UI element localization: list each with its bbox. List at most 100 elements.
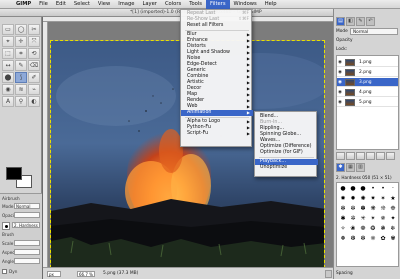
brush-swatch[interactable]: ❈ [368, 234, 378, 244]
animation-menu-item[interactable]: Unoptimize [255, 165, 318, 171]
menu-select[interactable]: Select [70, 0, 94, 9]
brush-swatch[interactable]: ❋ [368, 204, 378, 214]
tool-button-12[interactable]: ⬤ [2, 72, 14, 83]
tool-button-20[interactable]: ◐ [28, 96, 40, 107]
tool-button-11[interactable]: ⌫ [28, 60, 40, 71]
brush-swatch[interactable]: ✲ [348, 214, 358, 224]
brush-swatch[interactable]: ● [338, 184, 348, 194]
brush-swatch[interactable]: ✹ [348, 194, 358, 204]
tool-button-10[interactable]: ✎ [15, 60, 27, 71]
brush-swatch[interactable]: ❂ [368, 224, 378, 234]
brush-swatch[interactable]: ✷ [368, 194, 378, 204]
brush-swatch[interactable]: ❄ [388, 224, 398, 234]
tool-button-4[interactable]: ✛ [15, 36, 27, 47]
brush-swatch[interactable]: ✿ [378, 234, 388, 244]
mode-dropdown[interactable]: Normal [14, 203, 40, 209]
brush-swatch[interactable]: ✾ [388, 234, 398, 244]
brush-swatch[interactable]: ❀ [348, 224, 358, 234]
tool-button-16[interactable]: ≋ [15, 84, 27, 95]
zoom-dropdown[interactable]: 66.7 % [77, 271, 95, 277]
brush-swatch[interactable]: ● [358, 184, 368, 194]
patterns-tab[interactable]: ▦ [346, 163, 355, 172]
scale-slider[interactable] [14, 240, 40, 246]
brush-swatch[interactable]: ✵ [378, 214, 388, 224]
dynamics-checkbox[interactable] [2, 269, 7, 274]
anchor-layer-button[interactable] [376, 152, 385, 160]
tool-button-8[interactable]: ⟲ [28, 48, 40, 59]
layer-row[interactable]: ◉ 2.png [337, 68, 398, 77]
brush-swatch[interactable]: • [368, 184, 378, 194]
foreground-color-swatch[interactable] [6, 167, 22, 180]
filters-menu-item[interactable]: Animation ▶ [181, 110, 253, 116]
aspect-slider[interactable] [14, 249, 40, 255]
eye-icon[interactable]: ◉ [338, 90, 342, 95]
brushes-tab[interactable]: ✱ [336, 163, 345, 172]
menu-layer[interactable]: Layer [138, 0, 160, 9]
navigate-button[interactable] [325, 270, 332, 278]
brush-swatch[interactable]: ❇ [358, 234, 368, 244]
brush-swatch[interactable]: ❊ [378, 204, 388, 214]
raise-layer-button[interactable] [346, 152, 355, 160]
layer-mode-dropdown[interactable]: Normal [350, 28, 398, 35]
tool-button-15[interactable]: ◉ [2, 84, 14, 95]
brush-swatch[interactable]: ✶ [378, 194, 388, 204]
tool-button-14[interactable]: ✐ [28, 72, 40, 83]
tool-button-6[interactable]: ⬚ [2, 48, 14, 59]
tool-button-17[interactable]: ⌁ [28, 84, 40, 95]
brush-swatch[interactable]: ❃ [378, 224, 388, 234]
duplicate-layer-button[interactable] [366, 152, 375, 160]
eye-icon[interactable]: ◉ [338, 70, 342, 75]
menu-colors[interactable]: Colors [161, 0, 185, 9]
brush-swatch[interactable]: ✦ [388, 214, 398, 224]
brush-swatch[interactable]: • [378, 184, 388, 194]
animation-menu-item[interactable]: Optimize (for GIF) [255, 150, 318, 156]
eye-icon[interactable]: ◉ [338, 60, 342, 65]
tool-button-5[interactable]: ⤧ [28, 36, 40, 47]
tool-button-1[interactable]: ◯ [15, 24, 27, 35]
brush-name-field[interactable]: 2. Hardness [12, 222, 40, 228]
brush-swatch[interactable]: ✳ [358, 214, 368, 224]
menu-tools[interactable]: Tools [185, 0, 206, 9]
tool-button-19[interactable]: ⚲ [15, 96, 27, 107]
menu-edit[interactable]: Edit [52, 0, 70, 9]
layer-row[interactable]: ◉ 5.png [337, 98, 398, 107]
brush-swatch[interactable]: ❆ [348, 234, 358, 244]
brush-swatch[interactable]: ✽ [358, 204, 368, 214]
layers-tab[interactable]: ▤ [336, 17, 345, 26]
layer-row[interactable]: ◉ 1.png [337, 58, 398, 67]
menu-filters[interactable]: Filters [205, 0, 230, 9]
eye-icon[interactable]: ◉ [338, 100, 342, 105]
brush-swatch[interactable]: ● [348, 184, 358, 194]
tool-button-0[interactable]: ▭ [2, 24, 14, 35]
tool-button-2[interactable]: ✂ [28, 24, 40, 35]
brush-swatch[interactable]: ★ [388, 194, 398, 204]
vertical-ruler[interactable] [43, 22, 48, 267]
paths-tab[interactable]: ✎ [356, 17, 365, 26]
menu-help[interactable]: Help [261, 0, 281, 9]
unit-dropdown[interactable]: px [47, 271, 61, 277]
undo-tab[interactable]: ↶ [366, 17, 375, 26]
tool-button-9[interactable]: ↔ [2, 60, 14, 71]
brush-swatch[interactable]: ✼ [348, 204, 358, 214]
tool-button-3[interactable]: ⌖ [2, 36, 14, 47]
gradients-tab[interactable]: ▥ [356, 163, 365, 172]
delete-layer-button[interactable] [386, 152, 395, 160]
menu-view[interactable]: View [94, 0, 114, 9]
layer-row[interactable]: ◉ 3.png [337, 78, 398, 87]
brush-swatch[interactable]: ✴ [368, 214, 378, 224]
brush-swatch[interactable]: ✧ [338, 224, 348, 234]
brush-swatch[interactable]: ✻ [338, 204, 348, 214]
brush-swatch[interactable]: ❅ [338, 234, 348, 244]
new-layer-button[interactable] [336, 152, 345, 160]
angle-slider[interactable] [14, 258, 40, 264]
brush-swatch[interactable]: ✺ [358, 194, 368, 204]
brush-swatch[interactable]: ❉ [388, 204, 398, 214]
channels-tab[interactable]: ◧ [346, 17, 355, 26]
menu-image[interactable]: Image [114, 0, 138, 9]
eye-icon[interactable]: ◉ [338, 80, 342, 85]
menu-gimp[interactable]: GIMP [12, 0, 35, 9]
menu-windows[interactable]: Windows [230, 0, 261, 9]
brush-swatch[interactable]: ✱ [338, 214, 348, 224]
layer-row[interactable]: ◉ 4.png [337, 88, 398, 97]
filters-menu-item[interactable]: Reset all Filters [181, 23, 253, 29]
